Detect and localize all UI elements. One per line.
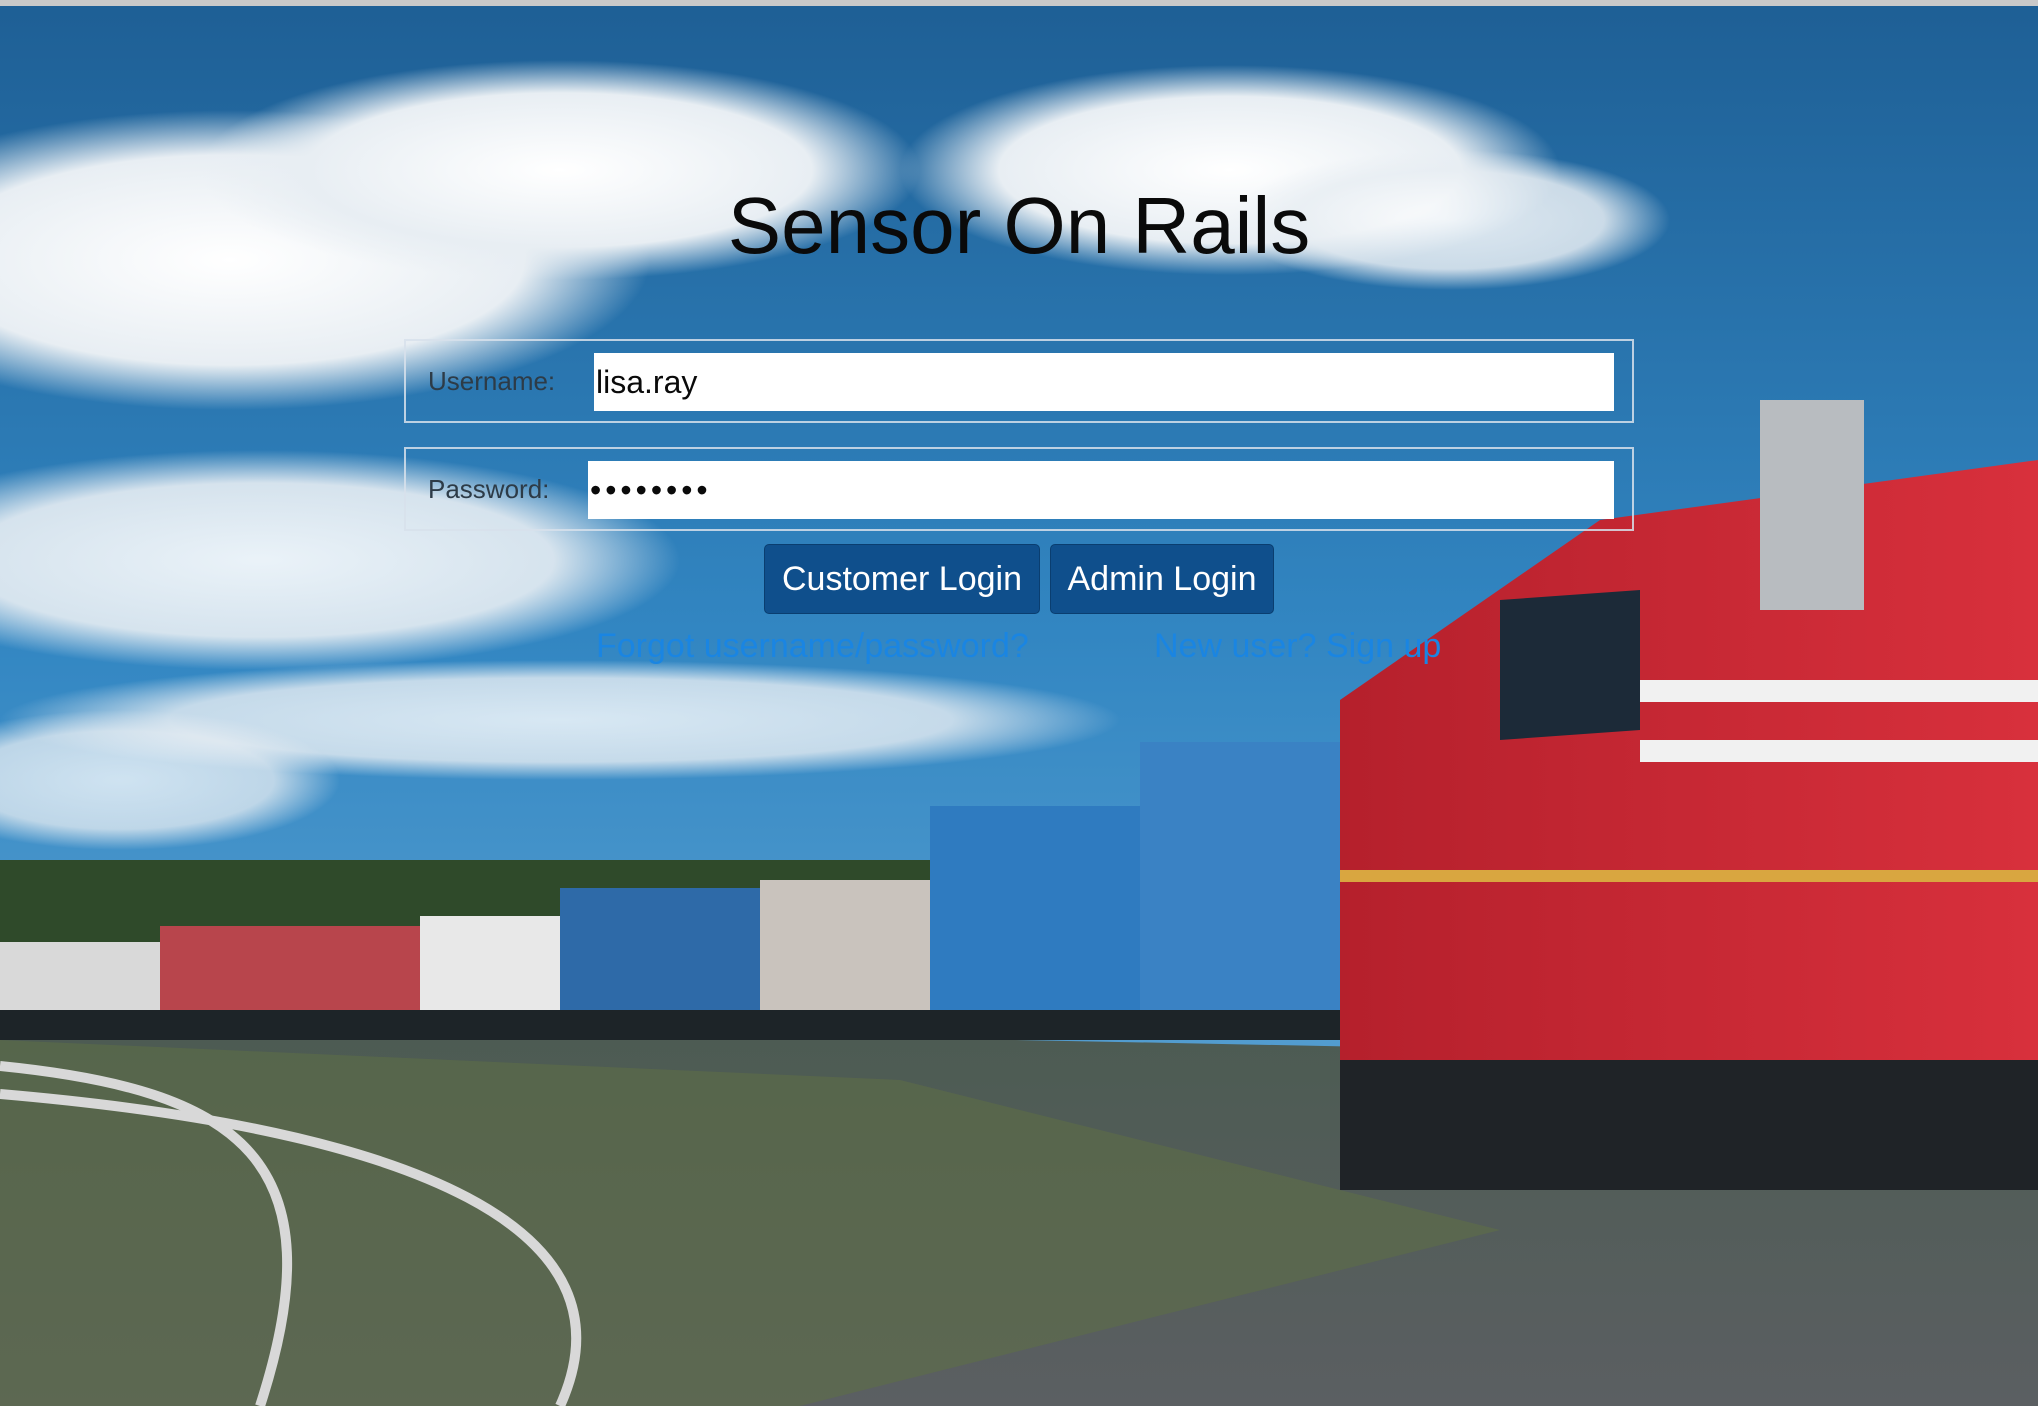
password-input[interactable] [588,461,1614,519]
window-top-border [0,0,2038,6]
admin-login-button[interactable]: Admin Login [1050,544,1274,614]
signup-link[interactable]: New user? Sign up [1154,624,1441,668]
username-row: Username: [404,339,1634,423]
forgot-credentials-link[interactable]: Forgot username/password? [596,624,1029,668]
username-label: Username: [428,366,556,396]
password-label: Password: [428,474,550,504]
username-input[interactable] [594,353,1614,411]
password-row: Password: [404,447,1634,531]
customer-login-button[interactable]: Customer Login [764,544,1040,614]
page-title: Sensor On Rails [727,181,1311,270]
